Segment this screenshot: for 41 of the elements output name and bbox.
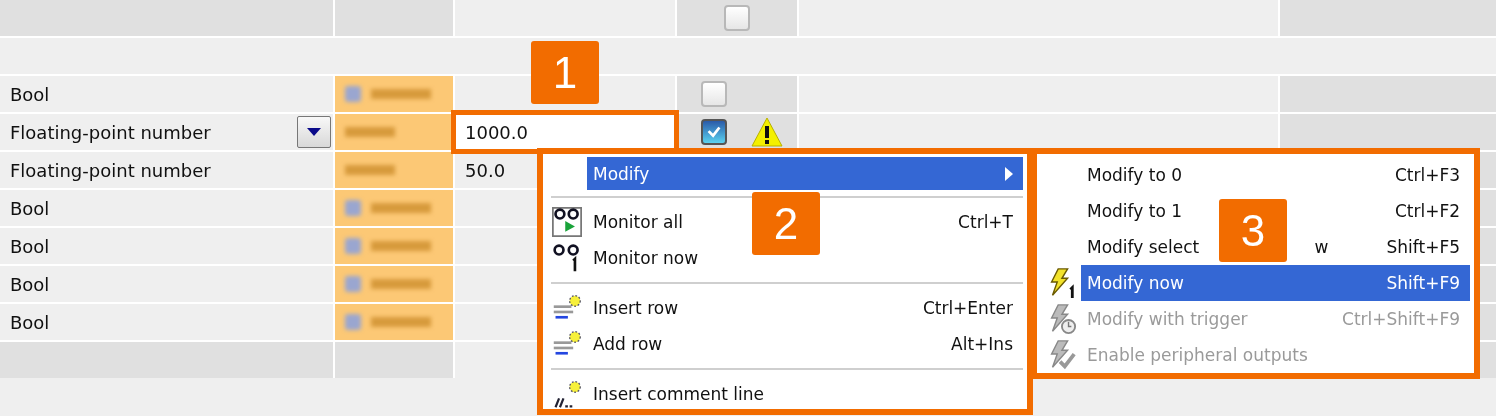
menu-item[interactable]: Modify to 1 xyxy=(1087,201,1183,221)
shortcut-text: Ctrl+T xyxy=(958,212,1013,232)
menu-item[interactable]: Monitor all xyxy=(593,212,683,232)
callout-number: 2 xyxy=(752,192,820,255)
menu-item[interactable]: Modify select xyxy=(1087,237,1200,257)
checkbox[interactable] xyxy=(701,119,727,145)
data-type: Bool xyxy=(10,311,50,333)
menu-item[interactable]: Monitor now xyxy=(593,248,699,268)
glasses-icon xyxy=(552,243,582,273)
shortcut-text: Ctrl+Enter xyxy=(922,298,1013,318)
data-type: Floating-point number xyxy=(10,121,211,143)
menu-item[interactable]: Insert comment line xyxy=(593,384,764,404)
glasses-play-icon xyxy=(552,207,582,237)
menu-item-label: Modify xyxy=(593,163,650,184)
caret-icon xyxy=(307,128,321,136)
shortcut-text: Ctrl+F2 xyxy=(1394,201,1460,221)
submenu-arrow-icon xyxy=(1005,166,1013,181)
shortcut-text: Ctrl+F3 xyxy=(1394,165,1460,185)
callout-number: 3 xyxy=(1219,199,1287,262)
menu-item[interactable]: Add row xyxy=(593,334,663,354)
shortcut-text: Ctrl+Shift+F9 xyxy=(1342,309,1460,329)
highlighted-menu-item[interactable]: Modify xyxy=(587,157,1023,190)
dropdown-button[interactable] xyxy=(297,116,331,148)
menu-item-label: Modify now xyxy=(1087,273,1184,293)
data-type: Bool xyxy=(10,273,50,295)
shortcut-text: Shift+F9 xyxy=(1386,273,1460,293)
highlighted-menu-item[interactable]: Modify now Shift+F9 xyxy=(1081,265,1470,301)
menu-item[interactable]: Modify to 0 xyxy=(1087,165,1183,185)
checkbox[interactable] xyxy=(701,81,727,107)
menu-item[interactable]: Insert row xyxy=(593,298,679,318)
menu-item-text: w xyxy=(1314,237,1329,257)
data-type: Bool xyxy=(10,83,50,105)
callout-number: 1 xyxy=(531,41,599,104)
checkbox[interactable] xyxy=(724,5,750,31)
comment-line-icon xyxy=(552,379,582,409)
shortcut-text: Shift+F5 xyxy=(1386,237,1460,257)
data-type: Bool xyxy=(10,197,50,219)
modify-value: 50.0 xyxy=(465,159,506,181)
shortcut-text: Alt+Ins xyxy=(951,334,1013,354)
data-type: Bool xyxy=(10,235,50,257)
data-type: Floating-point number xyxy=(10,159,211,181)
